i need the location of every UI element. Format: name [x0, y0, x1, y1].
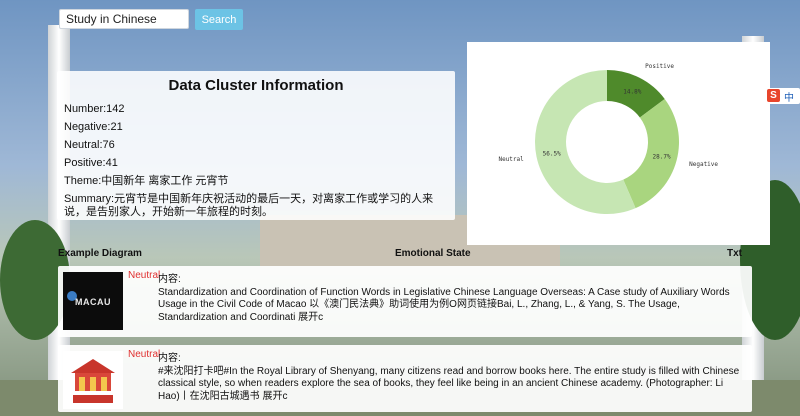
number-stat: Number:142 [64, 103, 125, 115]
positive-stat: Positive:41 [64, 157, 118, 169]
record-card[interactable]: MACAU Neutral 内容: Standardization and Co… [58, 266, 752, 337]
neutral-stat: Neutral:76 [64, 139, 115, 151]
search-button[interactable]: Search [195, 9, 243, 30]
header-txt: Txt [727, 248, 742, 259]
chart-svg: 14.8% Positive 28.7% Negative 56.5% Neutral [498, 63, 718, 214]
library-thumbnail [63, 351, 123, 409]
header-example-diagram: Example Diagram [58, 248, 142, 259]
ime-badge[interactable]: S 中 [765, 88, 800, 104]
summary-text: Summary:元宵节是中国新年庆祝活动的最后一天，对离家工作或学习的人来说，是… [64, 193, 434, 218]
theme-text: Theme:中国新年 离家工作 元宵节 [64, 175, 229, 187]
panel-title: Data Cluster Information [168, 77, 344, 94]
content-label: 内容: [158, 274, 181, 285]
macau-thumbnail: MACAU [63, 272, 123, 330]
data-cluster-panel: Data Cluster Information Number:142 Nega… [57, 71, 455, 220]
category-label-negative: Negative [689, 161, 718, 168]
search-input[interactable] [59, 9, 189, 29]
sentiment-label: Neutral [128, 270, 161, 281]
percent-label-neutral: 56.5% [543, 150, 561, 157]
list-header: Example Diagram Emotional State Txt [0, 248, 800, 262]
negative-stat: Negative:21 [64, 121, 123, 133]
percent-label-negative: 28.7% [653, 154, 671, 161]
pavilion-logo-icon [71, 359, 115, 403]
ime-logo-icon: S [767, 89, 780, 102]
record-text: 内容: #来沈阳打卡吧#In the Royal Library of Shen… [158, 353, 744, 403]
ime-language-label: 中 [784, 93, 794, 104]
sentiment-donut-chart: 14.8% Positive 28.7% Negative 56.5% Neutral [467, 42, 770, 245]
content-text: Standardization and Coordination of Func… [158, 286, 730, 323]
thumbnail-label: MACAU [75, 297, 111, 307]
record-text: 内容: Standardization and Coordination of … [158, 274, 744, 324]
sentiment-label: Neutral [128, 349, 161, 360]
percent-label-positive: 14.8% [623, 88, 641, 95]
category-label-neutral: Neutral [498, 156, 524, 163]
content-label: 内容: [158, 353, 181, 364]
slice-negative [623, 98, 679, 209]
category-label-positive: Positive [645, 63, 674, 70]
content-text: #来沈阳打卡吧#In the Royal Library of Shenyang… [158, 365, 740, 402]
header-emotional-state: Emotional State [395, 248, 471, 259]
record-card[interactable]: Neutral 内容: #来沈阳打卡吧#In the Royal Library… [58, 345, 752, 412]
